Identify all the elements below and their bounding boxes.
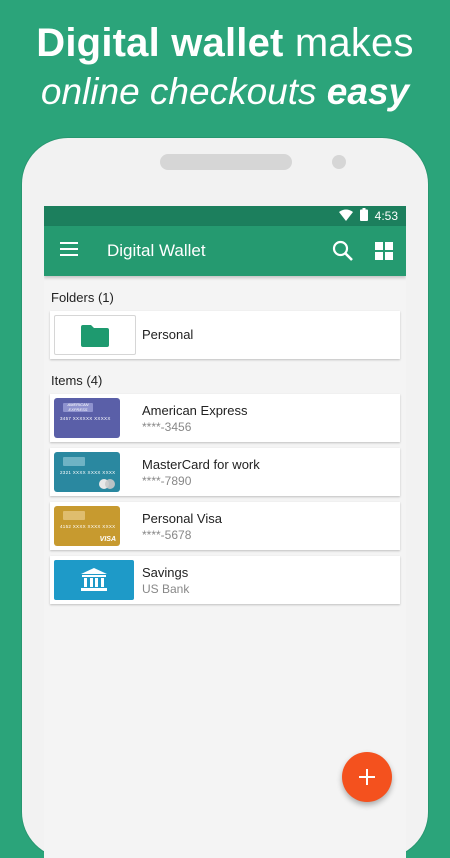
items-header: Items (4) xyxy=(51,373,103,388)
mastercard-card: 2321 XXXX XXXX XXXX xyxy=(54,452,120,492)
item-sub: US Bank xyxy=(142,582,190,596)
promo-line-2-bold: easy xyxy=(326,71,410,112)
folder-item-personal[interactable]: Personal xyxy=(50,311,400,359)
folders-header: Folders (1) xyxy=(51,290,114,305)
item-name: MasterCard for work xyxy=(142,457,260,472)
visa-card: 4152 XXXX XXXX XXXX VISA xyxy=(54,506,120,546)
wifi-icon xyxy=(338,209,353,224)
item-personal-visa[interactable]: 4152 XXXX XXXX XXXX VISA Personal Visa *… xyxy=(50,502,400,550)
promo-header: Digital wallet makes online checkouts ea… xyxy=(0,18,450,116)
card-number: 4152 XXXX XXXX XXXX xyxy=(60,524,116,529)
amex-logo: AMERICAN EXPRESS xyxy=(63,402,93,412)
amex-card: AMERICAN EXPRESS 3457 XXXXXX XXXXX xyxy=(54,398,120,438)
item-mastercard[interactable]: 2321 XXXX XXXX XXXX MasterCard for work … xyxy=(50,448,400,496)
item-sub: ****-7890 xyxy=(142,474,192,488)
item-sub: ****-5678 xyxy=(142,528,192,542)
phone-speaker xyxy=(160,154,292,170)
folder-icon xyxy=(81,325,109,347)
card-chip xyxy=(63,457,85,466)
search-icon[interactable] xyxy=(332,240,354,267)
promo-line-2: online checkouts easy xyxy=(0,68,450,116)
phone-camera xyxy=(332,155,346,169)
promo-line-1-rest: makes xyxy=(283,21,414,65)
battery-icon xyxy=(359,208,368,224)
item-savings[interactable]: Savings US Bank xyxy=(50,556,400,604)
grid-view-icon[interactable] xyxy=(375,242,393,265)
promo-line-1-bold: Digital wallet xyxy=(36,21,284,65)
app-title: Digital Wallet xyxy=(107,241,206,260)
item-american-express[interactable]: AMERICAN EXPRESS 3457 XXXXXX XXXXX Ameri… xyxy=(50,394,400,442)
phone-frame: 4:53 Digital Wallet Folders (1) Personal… xyxy=(22,138,428,858)
item-name: American Express xyxy=(142,403,248,418)
mastercard-logo xyxy=(99,479,115,489)
bank-thumbnail xyxy=(54,560,134,600)
card-number: 3457 XXXXXX XXXXX xyxy=(60,416,111,421)
add-icon xyxy=(359,769,375,785)
folder-thumbnail xyxy=(54,315,136,355)
add-button[interactable] xyxy=(342,752,392,802)
promo-line-2-rest: online checkouts xyxy=(40,71,327,112)
status-bar: 4:53 xyxy=(44,206,406,226)
card-number: 2321 XXXX XXXX XXXX xyxy=(60,470,116,475)
app-bar: Digital Wallet xyxy=(44,226,406,276)
menu-icon[interactable] xyxy=(60,242,78,261)
promo-line-1: Digital wallet makes xyxy=(0,18,450,68)
visa-brand: VISA xyxy=(99,536,116,543)
bank-icon xyxy=(81,568,107,591)
folder-name: Personal xyxy=(142,327,194,342)
status-time: 4:53 xyxy=(374,209,398,223)
item-name: Savings xyxy=(142,565,189,580)
item-sub: ****-3456 xyxy=(142,420,192,434)
item-name: Personal Visa xyxy=(142,511,222,526)
card-chip xyxy=(63,511,85,520)
